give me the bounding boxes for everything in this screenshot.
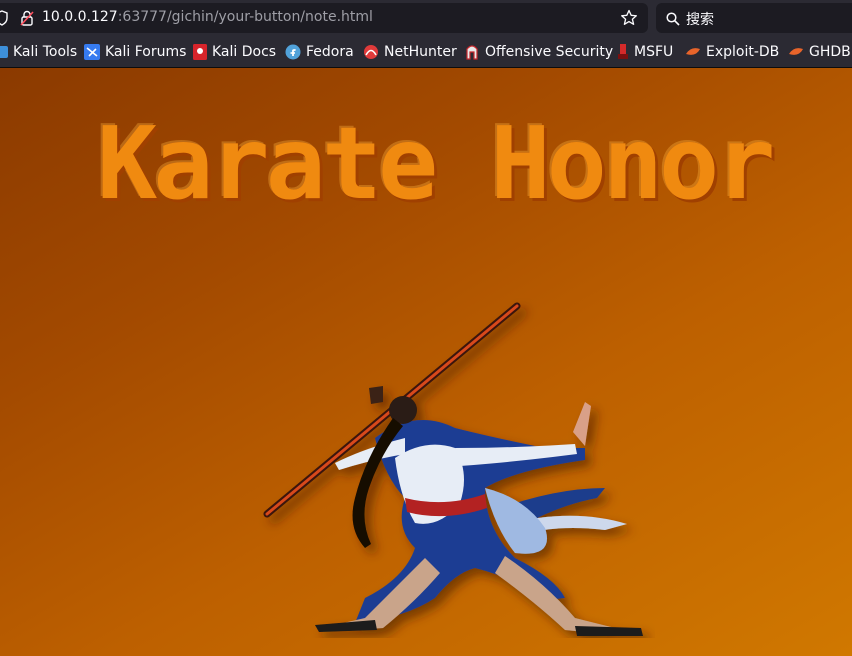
kali-forums-icon — [84, 43, 100, 60]
bookmarks-toolbar: Kali Tools Kali Forums Kali Docs Fedora … — [0, 36, 852, 68]
url-text[interactable]: 10.0.0.127:63777/gichin/your-button/note… — [42, 9, 373, 25]
bookmark-label: Exploit-DB — [706, 43, 780, 60]
bookmark-label: Kali Forums — [105, 43, 187, 60]
search-box[interactable]: 搜索 — [656, 3, 852, 33]
bookmark-ghdb[interactable]: GHDB — [788, 36, 851, 67]
bookmark-kali-docs[interactable]: Kali Docs — [193, 36, 276, 67]
exploit-db-icon — [686, 47, 700, 55]
kali-docs-icon — [193, 43, 207, 60]
page-content: Karate Honor — [0, 68, 852, 656]
ghdb-icon — [789, 47, 803, 55]
bookmark-label: Fedora — [306, 43, 354, 60]
bookmark-label: MSFU — [634, 43, 674, 60]
fedora-icon — [285, 44, 301, 59]
insecure-lock-icon[interactable] — [19, 9, 35, 31]
bookmark-exploit-db[interactable]: Exploit-DB — [685, 36, 779, 67]
search-icon — [666, 11, 680, 30]
address-bar[interactable]: 10.0.0.127:63777/gichin/your-button/note… — [0, 3, 648, 33]
bookmark-label: GHDB — [809, 43, 851, 60]
browser-toolbar: 10.0.0.127:63777/gichin/your-button/note… — [0, 0, 852, 36]
nethunter-icon — [364, 44, 378, 59]
kali-tools-icon — [0, 45, 8, 58]
bookmark-label: Kali Docs — [212, 43, 277, 60]
bookmark-label: Offensive Security — [485, 43, 614, 60]
bookmark-label: NetHunter — [384, 43, 457, 60]
url-path: :63777/gichin/your-button/note.html — [117, 9, 373, 25]
tracking-shield-icon[interactable] — [0, 10, 8, 30]
bookmark-label: Kali Tools — [13, 43, 78, 60]
bookmark-fedora[interactable]: Fedora — [285, 36, 354, 67]
bookmark-nethunter[interactable]: NetHunter — [363, 36, 457, 67]
url-host: 10.0.0.127 — [42, 9, 118, 25]
msfu-icon — [618, 43, 628, 59]
bookmark-msfu[interactable]: MSFU — [617, 36, 673, 67]
bookmark-kali-forums[interactable]: Kali Forums — [84, 36, 186, 67]
bookmark-star-icon[interactable] — [620, 9, 638, 31]
bookmark-kali-tools[interactable]: Kali Tools — [0, 36, 77, 67]
karate-fighter-image — [263, 302, 643, 636]
page-title: Karate Honor — [97, 105, 775, 222]
search-placeholder: 搜索 — [686, 12, 714, 28]
bookmark-offensive-security[interactable]: Offensive Security — [464, 36, 613, 67]
offsec-icon — [466, 44, 478, 60]
